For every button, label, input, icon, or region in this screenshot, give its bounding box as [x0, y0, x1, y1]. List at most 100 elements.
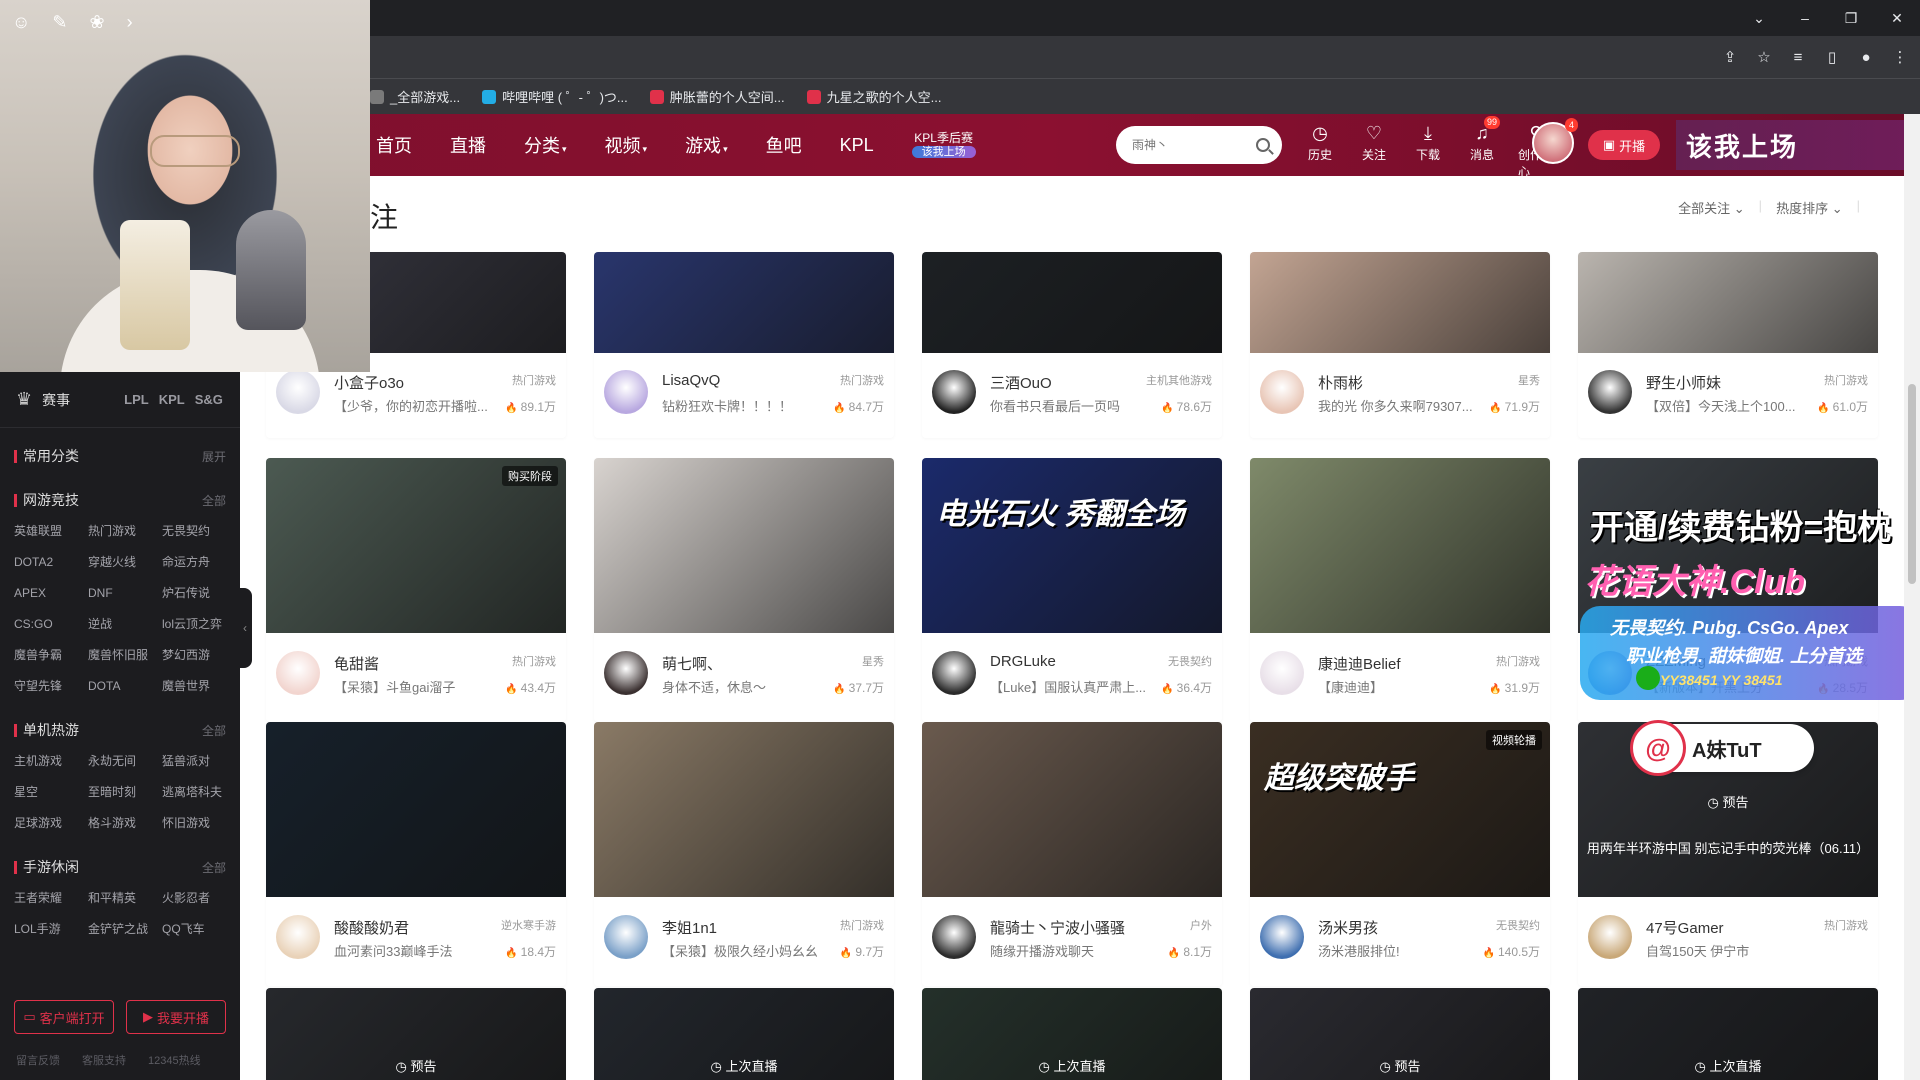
streamer-name[interactable]: 康迪迪Belief: [1318, 653, 1468, 674]
nav-item[interactable]: KPL: [840, 135, 874, 156]
sidebar-category-item[interactable]: 格斗游戏: [88, 808, 162, 839]
sidebar-category-item[interactable]: 英雄联盟: [14, 516, 88, 547]
avatar[interactable]: [604, 651, 648, 695]
scrollbar-thumb[interactable]: [1908, 384, 1916, 584]
sidebar-section-header[interactable]: 单机热游 全部: [14, 714, 226, 746]
streamer-name[interactable]: 龟甜酱: [334, 653, 484, 674]
star-icon[interactable]: ☆: [1754, 48, 1774, 66]
streamer-name[interactable]: 野生小师妹: [1646, 372, 1796, 393]
stream-card[interactable]: ◷ 预告: [1250, 988, 1550, 1080]
stream-card[interactable]: 酸酸酸奶君 逆水寒手游 血河素问33巅峰手法 🔥 18.4万: [266, 722, 566, 986]
stream-thumbnail[interactable]: [1250, 252, 1550, 353]
minimize-icon[interactable]: –: [1782, 0, 1828, 36]
sidebar-category-item[interactable]: DNF: [88, 578, 162, 609]
header-follow-button[interactable]: ♡ 关注: [1356, 120, 1392, 170]
avatar[interactable]: [932, 651, 976, 695]
sidebar-category-item[interactable]: 穿越火线: [88, 547, 162, 578]
sidebar-category-item[interactable]: 梦幻西游: [162, 640, 236, 671]
stream-card[interactable]: 超级突破手 视频轮播 汤米男孩 无畏契约 汤米港服排位! 🔥 140.5万: [1250, 722, 1550, 986]
stream-card[interactable]: LisaQvQ 热门游戏 钻粉狂欢卡牌！！！！ 🔥 84.7万: [594, 252, 894, 438]
sidebar-category-item[interactable]: 魔兽争霸: [14, 640, 88, 671]
esports-logo[interactable]: KPL: [159, 392, 185, 407]
streamer-name[interactable]: 萌七啊、: [662, 653, 812, 674]
sidebar-category-item[interactable]: 猛兽派对: [162, 746, 236, 777]
avatar[interactable]: [604, 370, 648, 414]
stream-thumbnail[interactable]: [594, 458, 894, 633]
sidebar-footer-link[interactable]: 留言反馈: [16, 1052, 60, 1068]
avatar[interactable]: [1588, 370, 1632, 414]
sidebar-category-item[interactable]: 和平精英: [88, 883, 162, 914]
stream-card[interactable]: 李姐1n1 热门游戏 【呆猿】极限久经小妈幺幺 🔥 9.7万: [594, 722, 894, 986]
page-scrollbar[interactable]: [1904, 114, 1920, 1080]
bookmark-item[interactable]: 九星之歌的个人空...: [806, 87, 941, 106]
streamer-name[interactable]: 酸酸酸奶君: [334, 917, 484, 938]
header-history-button[interactable]: ◷ 历史: [1302, 120, 1338, 170]
menu-icon[interactable]: ⋮: [1890, 48, 1910, 66]
sidebar-category-item[interactable]: 守望先锋: [14, 671, 88, 702]
streamer-name[interactable]: LisaQvQ: [662, 372, 812, 389]
sidebar-category-item[interactable]: 王者荣耀: [14, 883, 88, 914]
avatar[interactable]: [1260, 915, 1304, 959]
stream-card[interactable]: ◷ 上次直播: [922, 988, 1222, 1080]
sidebar-category-item[interactable]: 热门游戏: [88, 516, 162, 547]
stream-card[interactable]: ◷ 上次直播: [1578, 988, 1878, 1080]
sidebar-icon[interactable]: ▯: [1822, 48, 1842, 66]
avatar[interactable]: [932, 370, 976, 414]
stream-thumbnail[interactable]: [1250, 458, 1550, 633]
header-message-button[interactable]: ♫ 消息 99: [1464, 116, 1500, 170]
stream-card[interactable]: 三酒OuO 主机其他游戏 你看书只看最后一页吗 🔥 78.6万: [922, 252, 1222, 438]
nav-item[interactable]: 游戏 ▾: [685, 132, 728, 158]
profile-icon[interactable]: ●: [1856, 49, 1876, 66]
bookmark-item[interactable]: _全部游戏...: [370, 87, 460, 106]
search-input[interactable]: [1132, 138, 1252, 152]
floating-weibo-pill[interactable]: @ A妹TuT: [1630, 720, 1814, 776]
stream-thumbnail[interactable]: ◷ 预告: [1250, 988, 1550, 1080]
header-download-button[interactable]: ⤓ 下载: [1410, 120, 1446, 170]
sidebar-category-item[interactable]: 炉石传说: [162, 578, 236, 609]
stream-card[interactable]: 萌七啊、 星秀 身体不适，休息～ 🔥 37.7万: [594, 458, 894, 722]
avatar[interactable]: [1260, 370, 1304, 414]
chevron-right-icon[interactable]: ›: [127, 12, 133, 33]
sidebar-category-item[interactable]: DOTA: [88, 671, 162, 702]
sidebar-category-item[interactable]: APEX: [14, 578, 88, 609]
stream-card[interactable]: ◷ 上次直播: [594, 988, 894, 1080]
esports-logo[interactable]: LPL: [124, 392, 149, 407]
promo-banner[interactable]: 该我上场: [1676, 120, 1904, 170]
stream-card[interactable]: ◷ 预告: [266, 988, 566, 1080]
sidebar-category-item[interactable]: 逃离塔科夫: [162, 777, 236, 808]
sidebar-category-item[interactable]: lol云顶之弈: [162, 609, 236, 640]
sidebar-category-item[interactable]: CS:GO: [14, 609, 88, 640]
effects-icon[interactable]: ❀: [89, 12, 104, 33]
streamer-name[interactable]: 三酒OuO: [990, 372, 1140, 393]
sort-dropdown[interactable]: 热度排序 ⌄: [1776, 198, 1843, 217]
stream-thumbnail[interactable]: [266, 722, 566, 897]
stream-thumbnail[interactable]: 超级突破手 视频轮播: [1250, 722, 1550, 897]
sidebar-section-header[interactable]: 手游休闲 全部: [14, 851, 226, 883]
stream-thumbnail[interactable]: 购买阶段: [266, 458, 566, 633]
avatar[interactable]: [932, 915, 976, 959]
stream-card[interactable]: 龍骑士丶宁波小骚骚 户外 随缘开播游戏聊天 🔥 8.1万: [922, 722, 1222, 986]
stream-thumbnail[interactable]: [1578, 252, 1878, 353]
avatar[interactable]: [276, 651, 320, 695]
stream-thumbnail[interactable]: [922, 252, 1222, 353]
stream-thumbnail[interactable]: ◷ 上次直播: [1578, 988, 1878, 1080]
open-client-button[interactable]: ▭ 客户端打开: [14, 1000, 114, 1034]
share-icon[interactable]: ⇪: [1720, 48, 1740, 66]
stream-thumbnail[interactable]: [922, 722, 1222, 897]
stream-thumbnail[interactable]: ◷ 上次直播: [922, 988, 1222, 1080]
sidebar-category-item[interactable]: QQ飞车: [162, 914, 236, 945]
sidebar-category-item[interactable]: 主机游戏: [14, 746, 88, 777]
streamer-name[interactable]: DRGLuke: [990, 653, 1140, 670]
streamer-name[interactable]: 李姐1n1: [662, 917, 812, 938]
mascot-icon[interactable]: ☺: [12, 12, 30, 33]
sidebar-section-more[interactable]: 全部: [202, 859, 226, 876]
magic-wand-icon[interactable]: ✎: [52, 12, 67, 33]
avatar[interactable]: 4: [1532, 118, 1578, 164]
nav-item[interactable]: 分类 ▾: [524, 132, 567, 158]
search-box[interactable]: [1116, 126, 1282, 164]
stream-thumbnail[interactable]: ◷ 上次直播: [594, 988, 894, 1080]
sidebar-footer-link[interactable]: 12345热线: [148, 1052, 201, 1068]
bookmark-item[interactable]: 哔哩哔哩 ( ゜- ゜)つ...: [482, 87, 628, 106]
stream-thumbnail[interactable]: 电光石火 秀翻全场: [922, 458, 1222, 633]
sidebar-section-header[interactable]: 网游竞技 全部: [14, 484, 226, 516]
